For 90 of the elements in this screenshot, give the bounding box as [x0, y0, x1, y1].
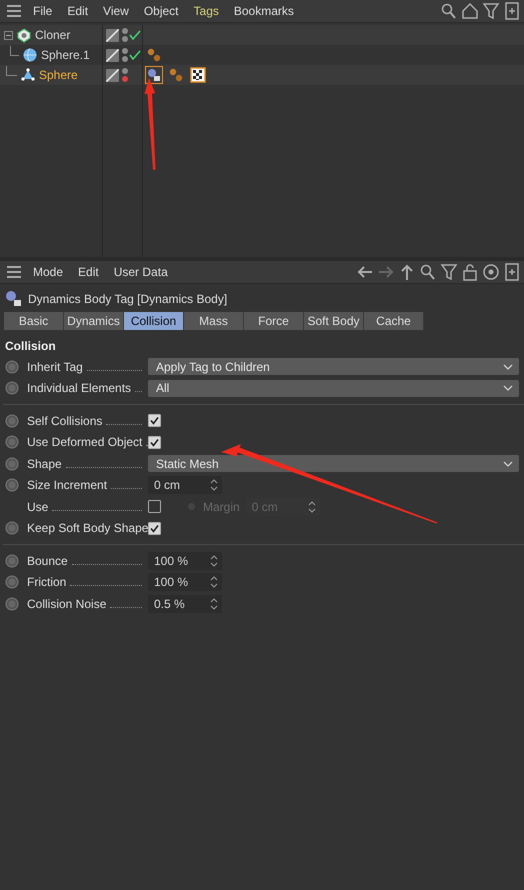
dropdown[interactable]: Apply Tag to Children: [148, 358, 519, 376]
sphere-icon: [22, 47, 38, 63]
editor-dot[interactable]: [122, 28, 128, 34]
animation-dot-icon[interactable]: [5, 381, 19, 396]
render-dot[interactable]: [122, 36, 128, 42]
target-icon[interactable]: [482, 263, 500, 281]
render-dot[interactable]: [122, 76, 128, 82]
field-label: Bounce: [27, 554, 68, 568]
menu-item[interactable]: Edit: [78, 265, 99, 279]
editor-dot[interactable]: [122, 48, 128, 54]
chevron-down-icon: [503, 385, 513, 392]
animation-dot-icon[interactable]: [5, 521, 19, 536]
new-panel-icon[interactable]: [503, 2, 521, 20]
field-label: Inherit Tag: [27, 360, 83, 374]
filter-icon[interactable]: [440, 263, 458, 281]
tab[interactable]: Force: [244, 312, 304, 330]
animation-dot-icon[interactable]: [5, 478, 19, 492]
object-name[interactable]: Sphere.1: [41, 48, 90, 62]
tab[interactable]: Collision: [124, 312, 184, 330]
field-label: Collision Noise: [27, 596, 106, 611]
menu-item[interactable]: User Data: [114, 265, 168, 279]
search-icon[interactable]: [440, 2, 458, 20]
checkbox[interactable]: [148, 522, 161, 535]
menu-item[interactable]: Tags: [194, 4, 219, 18]
menu-icon[interactable]: [5, 2, 23, 20]
menu-icon[interactable]: [5, 263, 23, 281]
menu-item[interactable]: Mode: [33, 265, 64, 279]
field-label: Use Deformed Object: [27, 435, 142, 450]
menu-item[interactable]: File: [33, 4, 52, 18]
spinner-icon[interactable]: [210, 554, 218, 568]
dropdown[interactable]: Static Mesh: [148, 455, 519, 472]
field-label: Shape: [27, 456, 62, 471]
field-label: Use: [27, 500, 48, 514]
animation-dot-icon[interactable]: [5, 596, 19, 611]
filter-icon[interactable]: [482, 2, 500, 20]
layer-icon[interactable]: [106, 68, 119, 82]
check-icon[interactable]: [129, 29, 141, 41]
menu-item[interactable]: Edit: [67, 4, 88, 18]
field-label: Keep Soft Body Shape: [27, 521, 148, 536]
dropdown[interactable]: All: [148, 380, 519, 397]
number-field[interactable]: 0 cm: [148, 476, 222, 494]
field-label: Friction: [27, 575, 66, 590]
layer-icon[interactable]: [106, 48, 119, 62]
layer-icon[interactable]: [106, 28, 119, 42]
dynamics-tag-icon[interactable]: [145, 66, 163, 84]
field-label: Size Increment: [27, 478, 108, 492]
balls-icon[interactable]: [145, 46, 163, 64]
polygon-object-icon: [20, 67, 36, 83]
checkbox[interactable]: [148, 436, 161, 449]
tab[interactable]: Basic: [4, 312, 64, 330]
field-label: Individual Elements: [27, 381, 132, 396]
number-field[interactable]: 0.5 %: [148, 594, 222, 613]
home-icon[interactable]: [461, 2, 479, 20]
spinner-icon[interactable]: [210, 596, 218, 611]
lock-icon[interactable]: [461, 263, 479, 281]
animation-dot-icon[interactable]: [5, 575, 19, 590]
number-field[interactable]: 100 %: [148, 552, 222, 570]
object-name[interactable]: Cloner: [35, 28, 70, 42]
chevron-down-icon: [503, 364, 513, 370]
render-dot[interactable]: [122, 56, 128, 62]
field-label: Self Collisions: [27, 414, 102, 428]
menu-item[interactable]: Object: [144, 4, 179, 18]
tree-line: [6, 66, 17, 76]
tab[interactable]: Cache: [364, 312, 424, 330]
menu-item[interactable]: Bookmarks: [234, 4, 294, 18]
chevron-down-icon: [503, 460, 513, 467]
checker-tag-icon[interactable]: [189, 66, 207, 84]
animation-dot-icon[interactable]: [5, 360, 19, 374]
spinner-icon[interactable]: [210, 478, 218, 492]
tab[interactable]: Soft Body: [304, 312, 364, 330]
dynamics-tag-icon: [5, 290, 23, 308]
number-field[interactable]: 100 %: [148, 573, 222, 592]
spinner-icon[interactable]: [210, 575, 218, 590]
tab[interactable]: Dynamics: [64, 312, 124, 330]
tag-title: Dynamics Body Tag [Dynamics Body]: [28, 292, 228, 306]
animation-dot-icon[interactable]: [5, 456, 19, 471]
tab[interactable]: Mass: [184, 312, 244, 330]
object-name[interactable]: Sphere: [39, 68, 78, 82]
check-icon[interactable]: [129, 49, 141, 61]
checkbox[interactable]: [148, 414, 161, 428]
search-icon[interactable]: [419, 263, 437, 281]
menu-item[interactable]: View: [103, 4, 129, 18]
new-panel-icon[interactable]: [503, 263, 521, 281]
animation-dot-icon[interactable]: [5, 435, 19, 450]
animation-dot-icon[interactable]: [5, 414, 19, 428]
section-heading: Collision: [4, 338, 57, 355]
editor-dot[interactable]: [122, 68, 128, 74]
collapse-toggle[interactable]: [4, 30, 13, 40]
animation-dot-icon[interactable]: [5, 554, 19, 568]
tree-line: [10, 46, 19, 56]
